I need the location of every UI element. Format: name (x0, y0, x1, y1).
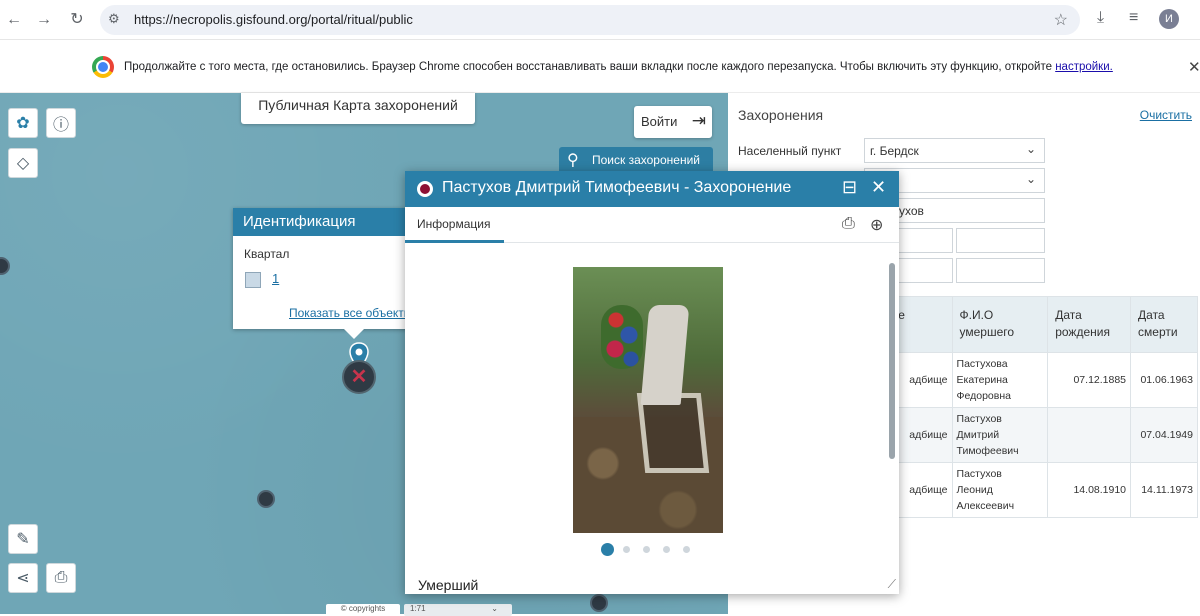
dialog-tabs: Информация ⎙ ⊕ (405, 207, 899, 243)
copyright-label: © copyrights (326, 604, 400, 616)
photo-pager (601, 543, 701, 556)
dialog-header[interactable]: Пастухов Дмитрий Тимофеевич - Захоронени… (405, 171, 899, 207)
table-row[interactable]: адбище Пастухова Екатерина Федоровна 07.… (864, 352, 1198, 408)
chevron-down-icon: ⌄ (491, 604, 498, 613)
login-icon: ⇥ (691, 111, 706, 130)
forward-icon[interactable]: → (32, 8, 56, 32)
map-point[interactable] (0, 257, 10, 275)
date-to-input[interactable] (956, 258, 1045, 283)
clear-link[interactable]: Очистить (1140, 108, 1192, 122)
table-header-row: вание а Ф.И.О умершего Дата рождения Дат… (864, 296, 1198, 353)
patronymic-input[interactable] (956, 228, 1045, 253)
settlement-value: г. Бердск (870, 144, 919, 158)
search-burials-button[interactable]: ⚲ Поиск захоронений (559, 147, 713, 174)
grave-photo[interactable] (573, 267, 723, 533)
pager-dot[interactable] (601, 543, 614, 556)
cell-name: Пастухов Леонид Алексеевич (951, 462, 1049, 518)
show-all-link[interactable]: Показать все объекты (289, 306, 409, 320)
dialog-scrollbar[interactable] (889, 253, 895, 589)
scale-value: 1:71 (410, 604, 426, 613)
cell-name: Пастухова Екатерина Федоровна (951, 352, 1049, 408)
url-text: https://necropolis.gisfound.org/portal/r… (134, 12, 413, 27)
infobar-message: Продолжайте с того места, где остановили… (124, 61, 1052, 73)
close-icon[interactable]: ✕ (871, 177, 886, 198)
pager-dot[interactable] (683, 546, 690, 553)
search-icon: ⚲ (567, 152, 579, 169)
settlement-select[interactable]: г. Бердск ⌄ (864, 138, 1045, 163)
col-birth[interactable]: Дата рождения (1047, 296, 1132, 353)
cell-death: 07.04.1949 (1130, 407, 1198, 463)
logo-button[interactable]: ✿ (8, 108, 38, 138)
profile-avatar[interactable]: И (1159, 9, 1179, 29)
cell-death: 01.06.1963 (1130, 352, 1198, 408)
chevron-down-icon: ⌄ (1025, 142, 1036, 156)
record-icon (417, 181, 433, 197)
zoom-in-icon[interactable]: ⊕ (870, 215, 883, 235)
pager-dot[interactable] (663, 546, 670, 553)
table-row[interactable]: адбище Пастухов Дмитрий Тимофеевич 07.04… (864, 407, 1198, 463)
chevron-down-icon: ⌄ (1025, 172, 1036, 186)
cell-birth: 14.08.1910 (1047, 462, 1132, 518)
reload-icon[interactable]: ↻ (65, 8, 89, 32)
infobar-close-icon[interactable]: ✕ (1188, 58, 1200, 76)
quarter-swatch-icon (245, 272, 261, 288)
layers-icon[interactable]: ◇ (8, 148, 38, 178)
deceased-section-label: Умерший (418, 577, 479, 593)
resize-handle-icon[interactable]: ⟋ (888, 577, 896, 592)
cell-death: 14.11.1973 (1130, 462, 1198, 518)
print-icon[interactable]: ⎙ (842, 215, 855, 233)
measure-icon[interactable]: ✎ (8, 524, 38, 554)
selected-grave-marker[interactable]: ✕ (342, 360, 376, 394)
panel-title: Захоронения (738, 107, 824, 123)
identify-popup: Идентификация Квартал 1 Показать все объ… (233, 208, 409, 339)
share-icon[interactable]: ⋖ (8, 563, 38, 593)
bookmark-star-icon[interactable]: ☆ (1054, 10, 1068, 30)
print-map-icon[interactable]: ⎙ (46, 563, 76, 593)
infobar-settings-link[interactable]: настройки. (1055, 61, 1113, 73)
login-button[interactable]: Войти ⇥ (634, 106, 712, 138)
surname-value: ухов (899, 204, 924, 218)
collapse-icon[interactable]: ⊟ (842, 177, 857, 198)
dialog-title: Пастухов Дмитрий Тимофеевич - Захоронени… (442, 179, 792, 196)
address-bar[interactable]: ⚙ https://necropolis.gisfound.org/portal… (100, 5, 1080, 35)
map-point[interactable] (590, 594, 608, 612)
cell-birth (1047, 407, 1132, 463)
download-icon[interactable]: ⤓ (1097, 9, 1104, 27)
table-row[interactable]: адбище Пастухов Леонид Алексеевич 14.08.… (864, 462, 1198, 518)
login-label: Войти (641, 114, 678, 129)
scale-select[interactable]: 1:71 ⌄ (404, 604, 512, 616)
infobar-text: Продолжайте с того места, где остановили… (124, 61, 1113, 73)
cell-name: Пастухов Дмитрий Тимофеевич (951, 407, 1049, 463)
col-death[interactable]: Дата смерти (1130, 296, 1198, 353)
scroll-thumb[interactable] (889, 263, 895, 459)
col-fio[interactable]: Ф.И.О умершего (951, 296, 1049, 353)
pager-dot[interactable] (643, 546, 650, 553)
identify-title: Идентификация (233, 208, 409, 236)
back-icon[interactable]: ← (2, 8, 26, 32)
results-table: вание а Ф.И.О умершего Дата рождения Дат… (864, 296, 1198, 518)
browser-toolbar: ← → ↻ ⚙ https://necropolis.gisfound.org/… (0, 0, 1200, 40)
identify-layer-label: Квартал (244, 247, 290, 261)
settlement-label: Населенный пункт (738, 144, 842, 158)
popup-tail (344, 329, 364, 339)
search-label: Поиск захоронений (592, 153, 700, 167)
chrome-logo-icon (92, 56, 114, 78)
tab-information[interactable]: Информация (405, 207, 504, 243)
map-point[interactable] (257, 490, 275, 508)
identify-item-link[interactable]: 1 (272, 271, 279, 286)
cell-birth: 07.12.1885 (1047, 352, 1132, 408)
burial-dialog: Пастухов Дмитрий Тимофеевич - Захоронени… (405, 171, 899, 594)
pager-dot[interactable] (623, 546, 630, 553)
info-icon[interactable]: ⓘ (46, 108, 76, 138)
map-title: Публичная Карта захоронений (241, 93, 475, 124)
media-icon[interactable]: ≡ (1129, 9, 1138, 27)
site-settings-icon[interactable]: ⚙ (108, 11, 120, 27)
